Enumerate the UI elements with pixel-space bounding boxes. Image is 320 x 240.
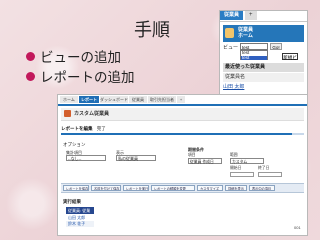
- page-number: 001: [294, 225, 301, 230]
- recent-section-header: 最近使った従業員: [223, 63, 304, 72]
- bullet-icon: [26, 71, 35, 81]
- change-type-button[interactable]: レポートの種類を変更: [151, 185, 195, 191]
- show-select[interactable]: 私の従業員: [116, 155, 156, 161]
- tab-add[interactable]: +: [177, 96, 185, 103]
- progress-bar: [61, 133, 304, 135]
- step-next: 完了: [96, 126, 106, 131]
- progress-fill: [61, 133, 292, 135]
- step-indicator: レポートを編集 完了: [61, 126, 106, 132]
- new-view-button[interactable]: 新規ビュー: [282, 53, 298, 67]
- page-title: 従業員 ホーム: [238, 27, 253, 39]
- report-toolbar: レポートを保存 名前を付けて保存 レポートを実行 レポートの種類を変更 カスタマ…: [61, 183, 304, 193]
- slide-title: 手順: [134, 20, 170, 41]
- view-screenshot: 従業員 + 従業員 ホーム ビュー test test test Go! 新規ビ…: [219, 10, 308, 95]
- tab-employee[interactable]: 従業員: [220, 11, 244, 20]
- employee-icon: [225, 28, 234, 38]
- date-field-select[interactable]: 従業員 作成日: [188, 158, 222, 164]
- show-details-button[interactable]: 詳細を表示: [225, 185, 247, 191]
- tab-contacts[interactable]: 取引先担当者: [148, 96, 176, 103]
- to-date-input[interactable]: [258, 172, 282, 177]
- preview-header: 従業員: 従業員名: [66, 207, 94, 220]
- tab-reports[interactable]: レポート: [79, 96, 99, 103]
- view-dropdown: test test: [240, 50, 268, 60]
- report-screenshot: ホーム レポート ダッシュボード 従業員 取引先担当者 + カスタム従業員 レポ…: [57, 94, 308, 236]
- bullet-text: レポートの追加: [40, 70, 135, 86]
- range-select[interactable]: カスタム: [230, 158, 264, 164]
- page-header: 従業員 ホーム: [223, 25, 304, 42]
- summarize-select[interactable]: --なし--: [66, 155, 106, 161]
- preview-label: 実行結果: [63, 199, 81, 204]
- save-button[interactable]: レポートを保存: [63, 185, 89, 191]
- to-label: 終了日: [258, 166, 270, 170]
- tab-dashboards[interactable]: ダッシュボード: [100, 96, 128, 103]
- page-title-line2: ホーム: [238, 33, 253, 39]
- customize-button[interactable]: カスタマイズ: [197, 185, 223, 191]
- save-as-button[interactable]: 名前を付けて保存: [91, 185, 121, 191]
- tab-bar: ホーム レポート ダッシュボード 従業員 取引先担当者 +: [58, 95, 307, 106]
- preview-row[interactable]: 鈴木 花子: [66, 221, 94, 227]
- tab-bar: 従業員 +: [220, 11, 307, 22]
- tab-home[interactable]: ホーム: [60, 96, 78, 103]
- report-icon: [64, 110, 71, 117]
- slide: 手順 ビューの追加 レポートの追加 従業員 + 従業員 ホーム ビュー test…: [0, 0, 320, 240]
- view-label: ビュー: [223, 45, 239, 51]
- report-title: カスタム従業員: [74, 111, 110, 117]
- list-item[interactable]: 山田 太郎: [223, 83, 244, 90]
- tab-employee[interactable]: 従業員: [129, 96, 147, 103]
- visible-fields-button[interactable]: 表示中の項目: [249, 185, 275, 191]
- report-header: カスタム従業員: [61, 108, 304, 121]
- view-select[interactable]: test: [240, 43, 268, 50]
- options-label: オプション: [63, 142, 86, 147]
- step-current: レポートを編集: [61, 126, 93, 131]
- from-date-input[interactable]: [230, 172, 254, 177]
- bullet-list: ビューの追加 レポートの追加: [26, 46, 135, 86]
- column-header: 従業員名: [223, 73, 304, 82]
- go-button[interactable]: Go!: [270, 43, 282, 50]
- from-label: 開始日: [230, 166, 242, 170]
- view-option-highlighted[interactable]: test: [241, 55, 267, 60]
- bullet-text: ビューの追加: [40, 50, 121, 66]
- run-report-button[interactable]: レポートを実行: [123, 185, 149, 191]
- bullet-item: レポートの追加: [26, 66, 135, 86]
- bullet-item: ビューの追加: [26, 46, 135, 66]
- bullet-icon: [26, 51, 35, 61]
- tab-add[interactable]: +: [245, 11, 257, 20]
